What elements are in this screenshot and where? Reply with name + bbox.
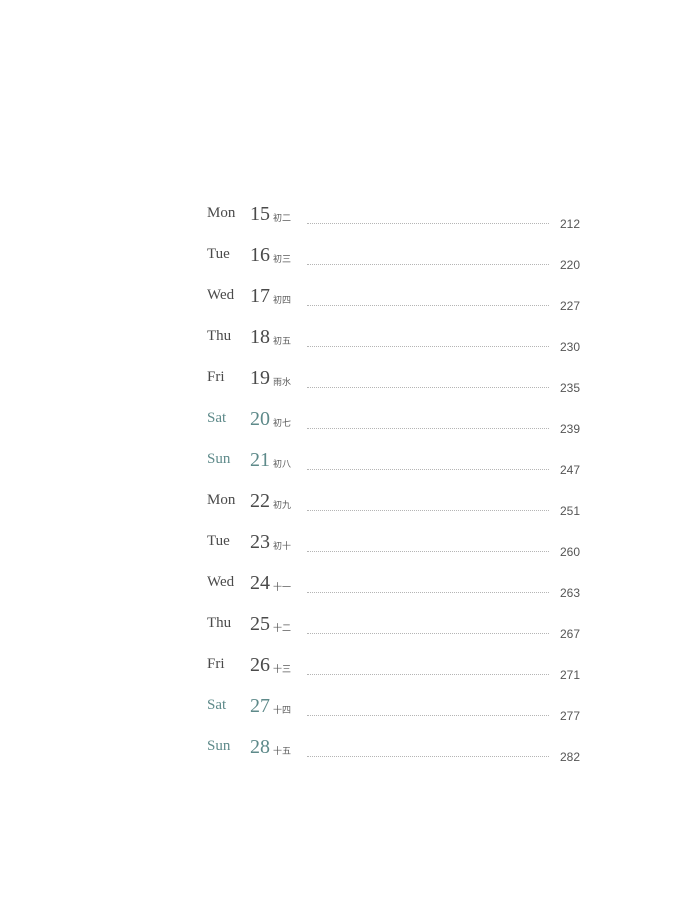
day-number: 26 [250,654,270,676]
page-number: 235 [560,381,581,395]
dot-leader [307,469,549,470]
lunar-date: 十三 [273,665,292,675]
weekday-label: Wed [207,574,235,590]
day-number: 24 [250,572,270,594]
weekday-label: Fri [207,656,225,672]
lunar-date: 初二 [273,214,292,224]
entry-row: Wed 24 十一 263 [207,572,587,613]
page-number: 230 [560,340,581,354]
entry-row: Sun 28 十五 282 [207,736,587,777]
page-number: 277 [560,709,581,723]
day-number: 22 [250,490,270,512]
entry-row: Fri 19 雨水 235 [207,367,587,408]
lunar-date: 十一 [273,583,292,593]
lunar-date: 初七 [273,419,292,429]
page-number: 271 [560,668,581,682]
day-number: 15 [250,203,270,225]
dot-leader [307,510,549,511]
weekday-label: Wed [207,287,235,303]
weekday-label: Tue [207,246,230,262]
dot-leader [307,305,549,306]
weekday-label: Sun [207,451,231,467]
page-number: 212 [560,217,581,231]
entry-row: Sat 27 十四 277 [207,695,587,736]
day-number: 17 [250,285,270,307]
entry-row: Thu 25 十二 267 [207,613,587,654]
weekday-label: Thu [207,615,232,631]
entry-row: Fri 26 十三 271 [207,654,587,695]
page-number: 227 [560,299,581,313]
entry-row: Wed 17 初四 227 [207,285,587,326]
lunar-date: 十二 [273,624,292,634]
weekday-label: Mon [207,205,236,221]
day-number: 25 [250,613,270,635]
day-number: 27 [250,695,270,717]
page-number: 263 [560,586,581,600]
lunar-date: 初五 [273,337,292,347]
dot-leader [307,756,549,757]
dot-leader [307,551,549,552]
day-number: 21 [250,449,270,471]
day-number: 20 [250,408,270,430]
dot-leader [307,428,549,429]
lunar-date: 十四 [273,706,292,716]
weekday-label: Tue [207,533,230,549]
dot-leader [307,715,549,716]
dot-leader [307,633,549,634]
lunar-date: 初九 [273,501,292,511]
page-number: 282 [560,750,581,764]
entry-row: Tue 16 初三 220 [207,244,587,285]
weekday-label: Sun [207,738,231,754]
entry-row: Sun 21 初八 247 [207,449,587,490]
day-number: 16 [250,244,270,266]
lunar-date: 初十 [273,542,292,552]
weekday-label: Mon [207,492,236,508]
weekday-label: Thu [207,328,232,344]
page-number: 247 [560,463,581,477]
dot-leader [307,264,549,265]
entry-row: Mon 22 初九 251 [207,490,587,531]
weekday-label: Sat [207,410,227,426]
dot-leader [307,674,549,675]
dot-leader [307,592,549,593]
contents-list: Mon 15 初二 212 Tue 16 初三 220 Wed 17 初四 227 Thu 18 初五… [207,203,587,777]
day-number: 19 [250,367,270,389]
entry-row: Thu 18 初五 230 [207,326,587,367]
page-number: 267 [560,627,581,641]
page-number: 239 [560,422,581,436]
lunar-date: 初四 [273,296,292,306]
lunar-date: 十五 [273,747,292,757]
page-number: 251 [560,504,581,518]
lunar-date: 初三 [273,255,292,265]
lunar-date: 雨水 [273,378,292,388]
dot-leader [307,223,549,224]
dot-leader [307,346,549,347]
day-number: 23 [250,531,270,553]
entry-row: Sat 20 初七 239 [207,408,587,449]
page-number: 260 [560,545,581,559]
page-number: 220 [560,258,581,272]
day-number: 18 [250,326,270,348]
entry-row: Tue 23 初十 260 [207,531,587,572]
dot-leader [307,387,549,388]
day-number: 28 [250,736,270,758]
entry-row: Mon 15 初二 212 [207,203,587,244]
weekday-label: Fri [207,369,225,385]
lunar-date: 初八 [273,460,292,470]
weekday-label: Sat [207,697,227,713]
